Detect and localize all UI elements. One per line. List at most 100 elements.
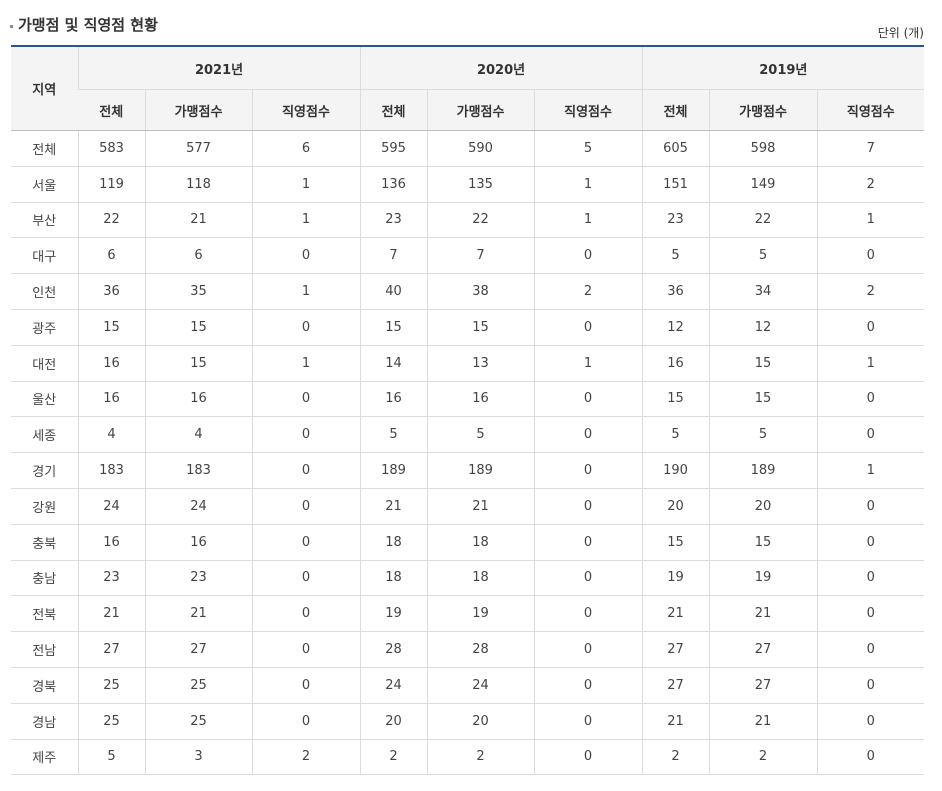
- value-cell: 189: [708, 452, 818, 489]
- value-cell: 22: [77, 202, 145, 239]
- sub-header: 전체: [359, 89, 428, 131]
- table-row: 세종 4 4 0 5 5 0 5 5 0: [11, 416, 925, 454]
- value-cell: 0: [533, 381, 643, 418]
- value-cell: 4: [77, 416, 145, 454]
- value-cell: 1: [533, 345, 643, 382]
- value-cell: 23: [77, 560, 145, 597]
- value-cell: 19: [359, 595, 428, 633]
- value-cell: 15: [708, 381, 818, 418]
- table-row: 전남 27 27 0 28 28 0 27 27 0: [11, 631, 925, 668]
- region-cell: 전체: [11, 130, 78, 167]
- header-row-years: 지역 2021년 2020년 2019년: [11, 46, 925, 131]
- value-cell: 2: [816, 166, 925, 203]
- value-cell: 7: [816, 130, 925, 167]
- value-cell: 27: [641, 667, 710, 704]
- value-cell: 23: [144, 560, 252, 597]
- value-cell: 27: [708, 631, 818, 668]
- region-cell: 광주: [11, 309, 78, 346]
- value-cell: 0: [251, 452, 361, 489]
- value-cell: 23: [359, 202, 428, 239]
- value-cell: 0: [251, 524, 361, 561]
- sub-header: 전체: [78, 89, 145, 131]
- value-cell: 25: [144, 703, 252, 740]
- value-cell: 15: [144, 345, 252, 382]
- table-row: 대구 6 6 0 7 7 0 5 5 0: [11, 237, 925, 275]
- value-cell: 13: [426, 345, 535, 382]
- value-cell: 21: [426, 488, 535, 525]
- table-row: 울산 16 16 0 16 16 0 15 15 0: [11, 381, 925, 418]
- value-cell: 20: [426, 703, 535, 740]
- value-cell: 183: [144, 452, 252, 489]
- year-header: 2021년: [77, 46, 361, 90]
- table-row: 강원 24 24 0 21 21 0 20 20 0: [11, 488, 925, 525]
- value-cell: 18: [359, 560, 428, 597]
- value-cell: 12: [641, 309, 710, 346]
- value-cell: 5: [708, 416, 818, 454]
- value-cell: 0: [816, 703, 925, 740]
- value-cell: 136: [359, 166, 428, 203]
- value-cell: 0: [251, 631, 361, 668]
- value-cell: 0: [251, 237, 361, 275]
- table-row: 전북 21 21 0 19 19 0 21 21 0: [11, 595, 925, 633]
- sub-header: 전체: [641, 89, 710, 131]
- value-cell: 1: [251, 166, 361, 203]
- region-cell: 강원: [11, 488, 78, 525]
- value-cell: 0: [533, 739, 643, 776]
- region-cell: 세종: [11, 416, 78, 454]
- value-cell: 12: [708, 309, 818, 346]
- value-cell: 583: [77, 130, 145, 167]
- table-row: 경기 183 183 0 189 189 0 190 189 1: [11, 452, 925, 489]
- value-cell: 5: [641, 237, 710, 275]
- value-cell: 24: [77, 488, 145, 525]
- value-cell: 0: [816, 631, 925, 668]
- value-cell: 0: [251, 381, 361, 418]
- value-cell: 23: [641, 202, 710, 239]
- value-cell: 598: [708, 130, 818, 167]
- region-cell: 경남: [11, 703, 78, 740]
- table-row: 충남 23 23 0 18 18 0 19 19 0: [11, 560, 925, 597]
- value-cell: 0: [816, 237, 925, 275]
- value-cell: 34: [708, 273, 818, 310]
- value-cell: 28: [359, 631, 428, 668]
- value-cell: 183: [77, 452, 145, 489]
- value-cell: 0: [251, 595, 361, 633]
- value-cell: 19: [708, 560, 818, 597]
- value-cell: 24: [144, 488, 252, 525]
- value-cell: 151: [641, 166, 710, 203]
- value-cell: 0: [816, 309, 925, 346]
- value-cell: 15: [708, 524, 818, 561]
- region-cell: 울산: [11, 381, 78, 418]
- region-cell: 충남: [11, 560, 78, 597]
- table-row: 인천 36 35 1 40 38 2 36 34 2: [11, 273, 925, 310]
- value-cell: 19: [641, 560, 710, 597]
- value-cell: 0: [533, 416, 643, 454]
- value-cell: 21: [144, 202, 252, 239]
- region-header: 지역: [11, 46, 78, 131]
- region-cell: 전북: [11, 595, 78, 633]
- value-cell: 0: [816, 560, 925, 597]
- table-row: 광주 15 15 0 15 15 0 12 12 0: [11, 309, 925, 346]
- value-cell: 0: [251, 488, 361, 525]
- value-cell: 6: [77, 237, 145, 275]
- value-cell: 27: [708, 667, 818, 704]
- value-cell: 2: [251, 739, 361, 776]
- value-cell: 20: [641, 488, 710, 525]
- value-cell: 15: [426, 309, 535, 346]
- value-cell: 35: [144, 273, 252, 310]
- value-cell: 15: [708, 345, 818, 382]
- value-cell: 21: [708, 703, 818, 740]
- value-cell: 21: [708, 595, 818, 633]
- value-cell: 21: [359, 488, 428, 525]
- value-cell: 21: [144, 595, 252, 633]
- bullet-icon: [10, 24, 13, 28]
- value-cell: 0: [816, 488, 925, 525]
- page: 가맹점 및 직영점 현황 단위 (개) 지역 2021년 2020년 2019년…: [0, 0, 942, 791]
- value-cell: 25: [77, 667, 145, 704]
- value-cell: 5: [708, 237, 818, 275]
- value-cell: 5: [426, 416, 535, 454]
- region-cell: 경기: [11, 452, 78, 489]
- header-row-subheaders: 전체 가맹점수 직영점수 전체 가맹점수 직영점수 전체 가맹점수 직영점수: [11, 89, 925, 131]
- value-cell: 605: [641, 130, 710, 167]
- value-cell: 15: [641, 381, 710, 418]
- value-cell: 1: [251, 345, 361, 382]
